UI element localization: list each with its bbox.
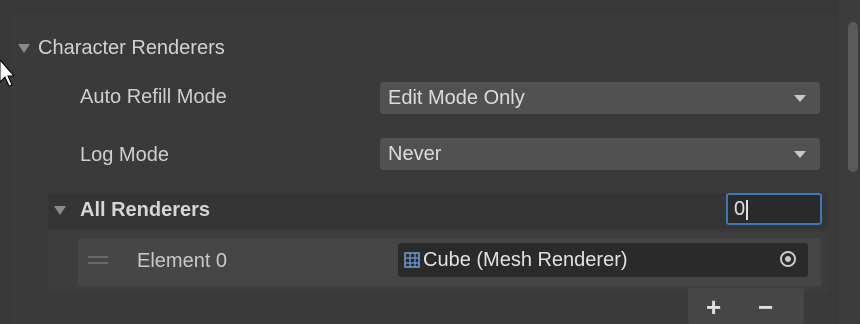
foldout-triangle-icon[interactable] (18, 43, 30, 53)
mesh-renderer-icon (404, 252, 420, 268)
log-mode-value: Never (388, 142, 442, 165)
auto-refill-mode-dropdown[interactable]: Edit Mode Only (380, 82, 820, 114)
object-reference-value: Cube (Mesh Renderer) (423, 248, 628, 271)
remove-element-button[interactable]: − (758, 292, 773, 323)
auto-refill-mode-value: Edit Mode Only (388, 86, 525, 109)
log-mode-dropdown[interactable]: Never (380, 138, 820, 170)
drag-handle-icon[interactable] (88, 256, 108, 264)
element-label: Element 0 (137, 250, 228, 272)
object-picker-dot (785, 256, 791, 262)
list-size-input[interactable]: 0 (726, 193, 822, 225)
list-title: All Renderers (80, 199, 211, 221)
dropdown-arrow-icon (794, 95, 806, 102)
dropdown-arrow-icon (794, 151, 806, 158)
add-element-button[interactable]: + (706, 292, 721, 323)
text-caret (746, 199, 749, 220)
object-reference-field[interactable]: Cube (Mesh Renderer) (398, 243, 808, 277)
log-mode-label: Log Mode (80, 144, 169, 166)
scrollbar-thumb[interactable] (848, 22, 858, 172)
character-renderers-foldout[interactable]: Character Renderers (18, 34, 225, 62)
mouse-cursor-icon (0, 60, 14, 87)
section-title: Character Renderers (38, 36, 225, 59)
list-foldout-triangle-icon[interactable] (54, 206, 66, 215)
auto-refill-mode-label: Auto Refill Mode (80, 86, 227, 108)
list-size-value: 0 (734, 198, 746, 220)
